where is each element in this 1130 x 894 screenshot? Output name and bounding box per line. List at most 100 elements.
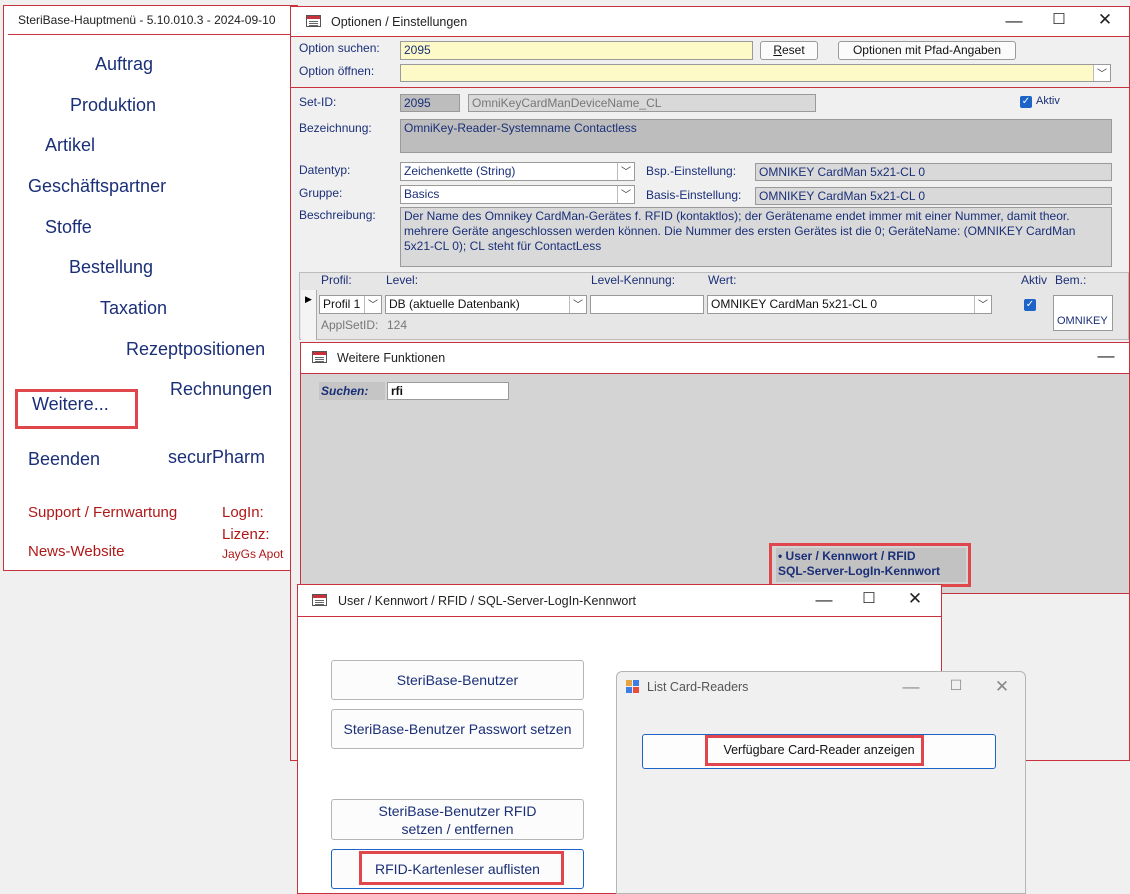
options-title: Optionen / Einstellungen (331, 15, 468, 29)
menu-stoffe[interactable]: Stoffe (45, 217, 92, 238)
chevron-down-icon[interactable]: ﹀ (974, 296, 991, 313)
close-icon[interactable]: ✕ (992, 678, 1012, 695)
main-menu-title: SteriBase-Hauptmenü - 5.10.010.3 - 2024-… (18, 13, 276, 27)
grid-aktiv-checkbox[interactable]: ✓ (1024, 299, 1036, 311)
option-open-select[interactable]: ﹀ (400, 64, 1111, 82)
basis-label: Basis-Einstellung: (646, 188, 742, 202)
menu-auftrag[interactable]: Auftrag (95, 54, 153, 75)
close-icon[interactable]: ✕ (1095, 11, 1115, 28)
grid-header-bem: Bem.: (1055, 273, 1087, 287)
bsp-label: Bsp.-Einstellung: (646, 164, 737, 178)
grid-header-aktiv: Aktiv (1021, 273, 1048, 287)
reset-button[interactable]: Reset (760, 41, 818, 60)
bezeichnung-value: OmniKey-Reader-Systemname Contactless (400, 119, 1112, 153)
grid-header-profil: Profil: (321, 273, 352, 287)
bsp-value: OMNIKEY CardMan 5x21-CL 0 (755, 163, 1112, 181)
bem-field[interactable]: OMNIKEY (1053, 295, 1113, 331)
wert-select[interactable]: OMNIKEY CardMan 5x21-CL 0 ﹀ (707, 295, 992, 314)
beschreibung-value: Der Name des Omnikey CardMan-Gerätes f. … (400, 207, 1112, 267)
level-select[interactable]: DB (aktuelle Datenbank) ﹀ (385, 295, 587, 314)
minimize-icon[interactable]: — (901, 678, 921, 695)
aktiv-checkbox[interactable]: ✓ (1020, 96, 1032, 108)
menu-produktion[interactable]: Produktion (70, 95, 156, 116)
main-menu-window: SteriBase-Hauptmenü - 5.10.010.3 - 2024-… (3, 5, 298, 571)
weitere-search-input[interactable]: rfi (387, 382, 509, 400)
window-icon (312, 594, 327, 606)
grid-header-level: Level: (386, 273, 419, 287)
menu-rechnungen[interactable]: Rechnungen (170, 379, 272, 400)
section-divider (291, 87, 1129, 88)
highlight-kartenleser (359, 851, 564, 885)
open-label: Option öffnen: (299, 64, 375, 78)
rfid-setzen-button[interactable]: SteriBase-Benutzer RFID setzen / entfern… (331, 799, 584, 840)
chevron-down-icon[interactable]: ﹀ (617, 186, 634, 203)
menu-securpharm[interactable]: securPharm (168, 447, 265, 468)
minimize-icon[interactable]: — (1004, 12, 1024, 29)
wert-value: OMNIKEY CardMan 5x21-CL 0 (711, 297, 878, 311)
applsetid-value: 124 (387, 318, 408, 332)
suchen-label: Suchen: (319, 382, 385, 400)
result-line-2: SQL-Server-LogIn-Kennwort (778, 564, 941, 578)
lizenz-label: Lizenz: (222, 526, 270, 543)
grid-header-level-kennung: Level-Kennung: (591, 273, 676, 287)
grid-header-wert: Wert: (708, 273, 737, 287)
option-search-input[interactable]: 2095 (400, 41, 753, 60)
minimize-icon[interactable]: — (1096, 347, 1116, 364)
steribase-benutzer-button[interactable]: SteriBase-Benutzer (331, 660, 584, 700)
cardreaders-title: List Card-Readers (647, 680, 749, 694)
maximize-icon[interactable]: ☐ (1049, 12, 1069, 27)
rfid-setzen-line-2: setzen / entfernen (401, 821, 514, 837)
gruppe-label: Gruppe: (299, 186, 343, 200)
chevron-down-icon[interactable]: ﹀ (617, 163, 634, 180)
maximize-icon[interactable]: ☐ (859, 591, 879, 606)
login-label: LogIn: (222, 504, 264, 521)
support-link[interactable]: Support / Fernwartung (28, 504, 177, 521)
menu-bestellung[interactable]: Bestellung (69, 257, 153, 278)
pfad-button[interactable]: Optionen mit Pfad-Angaben (838, 41, 1016, 60)
profil-select[interactable]: Profil 1 ﹀ (319, 295, 382, 314)
chevron-down-icon[interactable]: ﹀ (569, 296, 586, 313)
menu-taxation[interactable]: Taxation (100, 298, 167, 319)
list-card-readers-dialog: List Card-Readers — ☐ ✕ Verfügbare Card-… (616, 671, 1026, 894)
gruppe-select[interactable]: Basics ﹀ (400, 185, 635, 204)
app-icon (626, 680, 639, 693)
basis-value: OMNIKEY CardMan 5x21-CL 0 (755, 187, 1112, 205)
record-selector-arrow-icon[interactable]: ▶ (301, 290, 317, 340)
window-icon (312, 351, 327, 363)
setid-value: 2095 (400, 94, 460, 112)
lizenz-value: JayGs Apot (222, 547, 284, 561)
maximize-icon[interactable]: ☐ (946, 678, 966, 692)
highlight-card-reader-button (705, 735, 924, 766)
search-label: Option suchen: (299, 41, 380, 55)
close-icon[interactable]: ✕ (905, 590, 925, 607)
beschreibung-label: Beschreibung: (299, 208, 376, 222)
level-value: DB (aktuelle Datenbank) (389, 297, 520, 311)
datentyp-label: Datentyp: (299, 163, 351, 177)
passwort-setzen-button[interactable]: SteriBase-Benutzer Passwort setzen (331, 709, 584, 749)
menu-artikel[interactable]: Artikel (45, 135, 95, 156)
chevron-down-icon[interactable]: ﹀ (1093, 65, 1110, 81)
minimize-icon[interactable]: — (814, 591, 834, 608)
menu-weitere[interactable]: Weitere... (32, 394, 109, 415)
result-line-1: • User / Kennwort / RFID (778, 549, 916, 563)
menu-beenden[interactable]: Beenden (28, 449, 100, 470)
level-kennung-input[interactable] (590, 295, 704, 314)
datentyp-select[interactable]: Zeichenkette (String) ﹀ (400, 162, 635, 181)
chevron-down-icon[interactable]: ﹀ (364, 296, 381, 313)
result-user-kennwort-rfid[interactable]: • User / Kennwort / RFID SQL-Server-LogI… (776, 548, 966, 582)
bezeichnung-label: Bezeichnung: (299, 121, 372, 135)
title-separator (8, 34, 294, 35)
window-icon (306, 15, 321, 27)
applsetid-label: ApplSetID: (321, 318, 379, 332)
weitere-title: Weitere Funktionen (337, 351, 446, 365)
gruppe-value: Basics (404, 187, 440, 201)
profil-value: Profil 1 (323, 297, 361, 311)
menu-geschaeftspartner[interactable]: Geschäftspartner (28, 176, 166, 197)
userdlg-title: User / Kennwort / RFID / SQL-Server-LogI… (338, 594, 637, 608)
datentyp-value: Zeichenkette (String) (404, 164, 516, 178)
news-link[interactable]: News-Website (28, 543, 124, 560)
rfid-setzen-line-1: SteriBase-Benutzer RFID (378, 803, 537, 819)
setid-label: Set-ID: (299, 95, 337, 109)
menu-rezeptpositionen[interactable]: Rezeptpositionen (126, 339, 265, 360)
setid-name: OmniKeyCardManDeviceName_CL (468, 94, 816, 112)
